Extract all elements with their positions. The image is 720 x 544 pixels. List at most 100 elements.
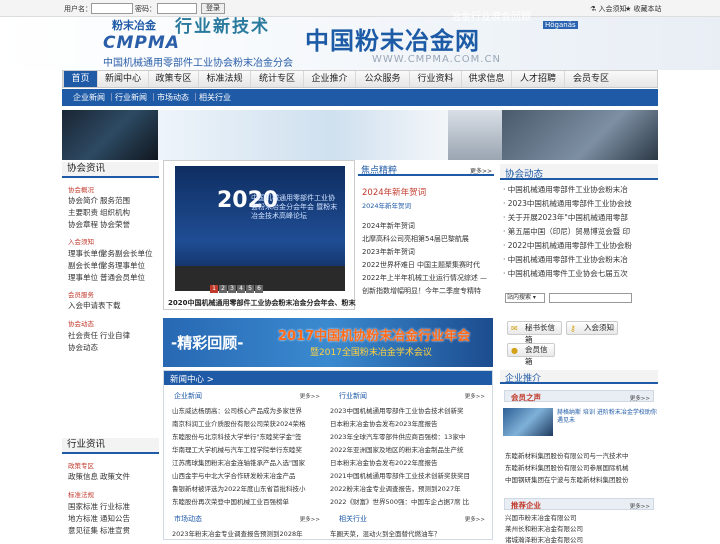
favorite-link[interactable]: ★ 收藏本站 bbox=[625, 4, 662, 14]
nav-statistics[interactable]: 统计专区 bbox=[250, 71, 303, 87]
link-policy-docs[interactable]: 政策文件 bbox=[100, 471, 130, 482]
recommended-title[interactable]: 推荐企业 bbox=[511, 500, 541, 511]
company-news-more[interactable]: 更多>> bbox=[300, 392, 320, 400]
nav-policy[interactable]: 政策专区 bbox=[148, 71, 198, 87]
link-application-download[interactable]: 入会申请表下载 bbox=[68, 300, 121, 311]
company-news-item[interactable]: 山西金宇与中北大学合作研发粉末冶金产品 bbox=[172, 470, 330, 480]
link-policy-info[interactable]: 政策信息 bbox=[68, 471, 98, 482]
focus-subheadline[interactable]: 2024年新年贺词 bbox=[362, 200, 411, 210]
banner[interactable] bbox=[62, 110, 658, 160]
related-title[interactable]: 相关行业 bbox=[339, 514, 367, 524]
assoc-news-item[interactable]: · 2022中国机械通用零部件工业协会粉 bbox=[503, 240, 656, 251]
link-notices[interactable]: 通知公告 bbox=[100, 513, 130, 524]
member-voice-title[interactable]: 会员之声 bbox=[511, 392, 541, 403]
market-title[interactable]: 市场动态 bbox=[174, 514, 202, 524]
link-local-std[interactable]: 地方标准 bbox=[68, 513, 98, 524]
related-more[interactable]: 更多>> bbox=[465, 515, 485, 523]
company-news-item[interactable]: 东睦股份再次荣登中国机械工业百强榜单 bbox=[172, 496, 330, 506]
assoc-news-item[interactable]: · 2023中国机械通用零部件工业协会技 bbox=[503, 198, 656, 209]
nav-home[interactable]: 首页 bbox=[63, 71, 97, 87]
member-voice-more[interactable]: 更多>> bbox=[630, 394, 650, 402]
slide-dot[interactable]: 6 bbox=[255, 285, 263, 293]
secretary-mailbox-button[interactable]: ✉ 秘书长信箱 bbox=[507, 321, 562, 344]
cat-member-service[interactable]: 会员服务 bbox=[68, 289, 94, 299]
industry-news-item[interactable]: 2023中国机械通用零部件工业协会技术创新奖 bbox=[330, 405, 490, 415]
subnav-market[interactable]: 市场动态 bbox=[157, 92, 189, 103]
nav-enterprise[interactable]: 企业推介 bbox=[303, 71, 355, 87]
search-input[interactable] bbox=[549, 293, 632, 303]
link-standing-unit[interactable]: 常务理事单位 bbox=[100, 260, 145, 271]
focus-item[interactable]: 北摩高科公司亮相第54届巴黎航展 bbox=[362, 234, 492, 244]
industry-news-item[interactable]: 2022年亚洲国家及地区的粉末冶金制品生产统 bbox=[330, 444, 490, 454]
member-voice-item[interactable]: 东睦新材料集团股份有限公司参展国际机械 bbox=[505, 462, 655, 472]
market-news-item[interactable]: 2023年粉末冶金专业调查报告预测到2028年 bbox=[172, 528, 330, 538]
recommended-more[interactable]: 更多>> bbox=[630, 502, 650, 510]
nav-recruitment[interactable]: 人才招聘 bbox=[511, 71, 564, 87]
cat-policy[interactable]: 政策专区 bbox=[68, 460, 94, 470]
recommended-item[interactable]: 莱州长和粉末冶金有限公司 bbox=[505, 523, 655, 533]
company-news-item[interactable]: 山东威达杨朋高：公司核心产品成为多家世界 bbox=[172, 405, 330, 415]
member-voice-item[interactable]: 东睦新材料集团股份有限公司与一汽技术中 bbox=[505, 450, 655, 460]
username-input[interactable] bbox=[91, 3, 133, 14]
cat-standards[interactable]: 标准法规 bbox=[68, 489, 94, 499]
industry-news-title[interactable]: 行业新闻 bbox=[339, 391, 367, 401]
subnav-company-news[interactable]: 企业新闻 bbox=[73, 92, 105, 103]
industry-news-item[interactable]: 2022《财富》世界500强：中国车企占据7席 比 bbox=[330, 496, 490, 506]
link-industry-std[interactable]: 行业标准 bbox=[100, 501, 130, 512]
assoc-news-item[interactable]: · 中国机械通用零部件工业协会粉末冶 bbox=[503, 254, 656, 265]
link-director-unit[interactable]: 理事单位 bbox=[68, 272, 98, 283]
search-scope-select[interactable]: 站内搜索 ▾ bbox=[505, 293, 545, 303]
link-charter[interactable]: 协会章程 bbox=[68, 219, 98, 230]
company-news-item[interactable]: 华南理工大学机械与汽车工程学院举行东睦奖 bbox=[172, 444, 330, 454]
nav-industry-data[interactable]: 行业资料 bbox=[409, 71, 461, 87]
focus-item[interactable]: 创新指数增幅明显！今年二季度专精特 bbox=[362, 286, 492, 296]
link-scope[interactable]: 服务范围 bbox=[100, 195, 130, 206]
company-news-item[interactable]: 鲁银新材被评选为2022年度山东省首批科技小 bbox=[172, 483, 330, 493]
member-voice-thumb-caption[interactable]: 赫格纳斯 培训 进阶粉末冶金学校助你遇见未 bbox=[557, 409, 657, 425]
slide-caption[interactable]: 2020中国机械通用零部件工业协会粉末冶金分会年会、粉末冶 bbox=[168, 298, 356, 308]
recommended-item[interactable]: 诸城瀚泽粉末冶金有限公司 bbox=[505, 534, 655, 544]
company-news-item[interactable]: 东睦股份与北京科技大学举行"东睦奖学金"签 bbox=[172, 431, 330, 441]
assoc-news-item[interactable]: · 关于开展2023年"中国机械通用零部 bbox=[503, 212, 656, 223]
industry-news-item[interactable]: 2021中国机械通用零部件工业技术创新奖获奖目 bbox=[330, 470, 490, 480]
assoc-news-item[interactable]: · 中国机械通用零件工业协会七届五次 bbox=[503, 268, 656, 279]
register-link[interactable]: ⚗ 入会须知 bbox=[590, 4, 627, 14]
slide-dot[interactable]: 4 bbox=[237, 285, 245, 293]
link-std-promo[interactable]: 标准宣贯 bbox=[100, 525, 130, 536]
link-intro[interactable]: 协会简介 bbox=[68, 195, 98, 206]
link-comments[interactable]: 意见征集 bbox=[68, 525, 98, 536]
focus-item[interactable]: 2024年新年贺词 bbox=[362, 221, 492, 231]
assoc-news-item[interactable]: · 中国机械通用零部件工业协会粉末冶 bbox=[503, 184, 656, 195]
related-news-item[interactable]: 车圈天菜，混动火到全面替代燃油车？ bbox=[330, 528, 490, 538]
recommended-item[interactable]: 兴国市粉末冶金有限公司 bbox=[505, 512, 655, 522]
focus-item[interactable]: 2022世界杯难日 中国主题聚集赛时代 bbox=[362, 260, 492, 270]
link-national-std[interactable]: 国家标准 bbox=[68, 501, 98, 512]
industry-news-item[interactable]: 2022粉末冶金专业调查报告，预测到2027年 bbox=[330, 483, 490, 493]
nav-members[interactable]: 会员专区 bbox=[564, 71, 617, 87]
industry-news-item[interactable]: 日本粉末冶金协会发布2022年度报告 bbox=[330, 457, 490, 467]
cat-overview[interactable]: 协会概况 bbox=[68, 184, 94, 194]
focus-item[interactable]: 2022年上半年机械工业运行情况综述 — bbox=[362, 273, 492, 283]
slide-dot[interactable]: 5 bbox=[246, 285, 254, 293]
link-duties[interactable]: 主要职责 bbox=[68, 207, 98, 218]
join-notice-button[interactable]: ⚷ 入会须知 bbox=[566, 321, 618, 335]
industry-news-item[interactable]: 2023年全球汽车零部件供应商百强榜：13家中 bbox=[330, 431, 490, 441]
cat-membership[interactable]: 入会须知 bbox=[68, 236, 94, 246]
link-honors[interactable]: 协会荣誉 bbox=[100, 219, 130, 230]
member-voice-thumbnail[interactable] bbox=[503, 408, 553, 436]
member-mailbox-button[interactable]: ● 会员信箱 bbox=[507, 343, 555, 366]
nav-standards[interactable]: 标准法规 bbox=[198, 71, 250, 87]
subnav-related[interactable]: 相关行业 bbox=[199, 92, 231, 103]
site-logo[interactable]: CMPMA bbox=[103, 33, 180, 53]
subnav-industry-news[interactable]: 行业新闻 bbox=[115, 92, 147, 103]
focus-item[interactable]: 2023年新年贺词 bbox=[362, 247, 492, 257]
cat-dynamics[interactable]: 协会动态 bbox=[68, 318, 94, 328]
nav-news[interactable]: 新闻中心 bbox=[97, 71, 148, 87]
industry-news-item[interactable]: 日本粉末冶金协会发布2023年度报告 bbox=[330, 418, 490, 428]
slideshow-image[interactable]: 2020 中国机械通用零部件工业协会粉末冶金分会年会 暨粉末冶金技术高峰论坛 bbox=[175, 166, 345, 291]
focus-more-link[interactable]: 更多>> bbox=[470, 166, 492, 175]
industry-news-more[interactable]: 更多>> bbox=[465, 392, 485, 400]
member-voice-item[interactable]: 中国钢研集团在宁波与东睦新材料集团股份 bbox=[505, 474, 655, 484]
link-social-resp[interactable]: 社会责任 bbox=[68, 330, 98, 341]
assoc-news-item[interactable]: · 第五届中国（印尼）贸易博览会暨 印 bbox=[503, 226, 656, 237]
